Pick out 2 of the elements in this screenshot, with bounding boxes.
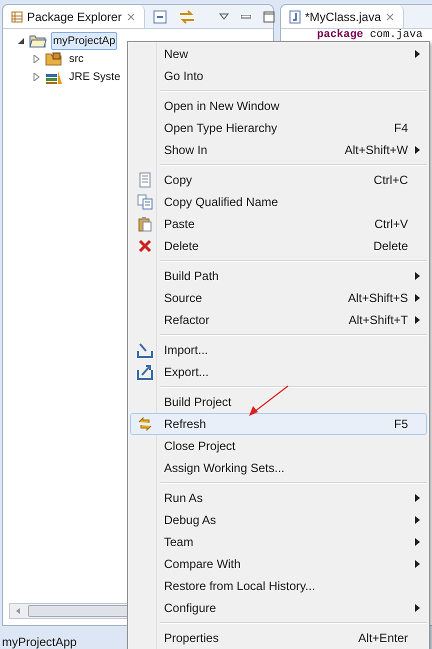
code-line: package com.java xyxy=(316,29,424,41)
status-bar-text: myProjectApp xyxy=(2,634,77,649)
